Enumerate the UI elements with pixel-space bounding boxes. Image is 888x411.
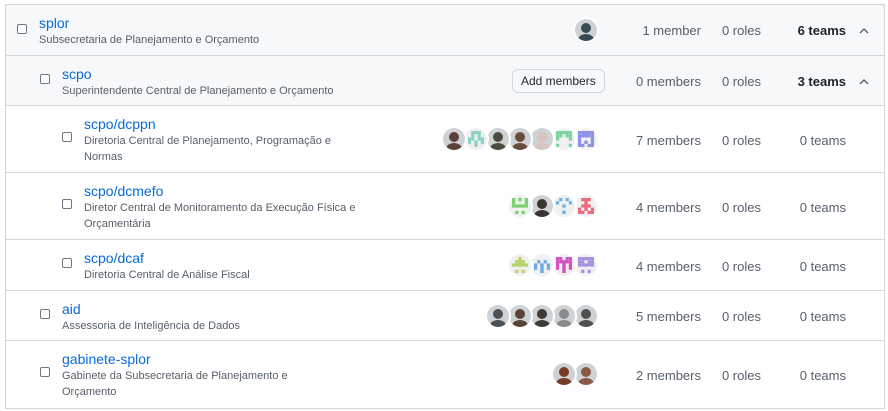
teams-count[interactable]: 3 teams [798,74,846,89]
member-avatars [507,252,599,278]
select-checkbox[interactable] [40,74,50,84]
roles-count[interactable]: 0 roles [722,259,761,274]
team-name-link[interactable]: splor [39,15,69,31]
team-list: splor Subsecretaria de Planejamento e Or… [5,4,885,409]
select-checkbox[interactable] [40,309,50,319]
teams-count[interactable]: 0 teams [800,309,846,324]
identicon-avatar[interactable] [507,252,533,278]
roles-count[interactable]: 0 roles [722,368,761,383]
select-checkbox[interactable] [62,199,72,209]
team-row-splor: splor Subsecretaria de Planejamento e Or… [6,5,884,56]
chevron-up-icon[interactable] [856,74,872,90]
team-row-gabinete-splor: gabinete-splor Gabinete da Subsecretaria… [6,341,884,409]
team-name-link[interactable]: aid [62,301,81,317]
member-avatars [573,17,599,43]
member-avatars [441,126,599,152]
select-checkbox[interactable] [62,258,72,268]
member-avatars [551,361,599,387]
members-count[interactable]: 2 members [636,368,701,383]
chevron-up-icon[interactable] [856,23,872,39]
select-checkbox[interactable] [62,132,72,142]
teams-count[interactable]: 6 teams [798,23,846,38]
teams-count[interactable]: 0 teams [800,259,846,274]
team-row-dcmefo: scpo/dcmefo Diretor Central de Monitoram… [6,173,884,240]
team-description: Diretor Central de Monitoramento da Exec… [84,202,356,230]
team-name-link[interactable]: scpo/dcaf [84,250,144,266]
member-avatars [485,303,599,329]
roles-count[interactable]: 0 roles [722,23,761,38]
add-members-button[interactable]: Add members [512,69,605,93]
team-row-dcaf: scpo/dcaf Diretoria Central de Análise F… [6,240,884,291]
team-description: Assessoria de Inteligência de Dados [62,320,240,332]
user-avatar[interactable] [573,17,599,43]
team-row-dcppn: scpo/dcppn Diretoria Central de Planejam… [6,106,884,173]
roles-count[interactable]: 0 roles [722,74,761,89]
user-avatar[interactable] [485,303,511,329]
roles-count[interactable]: 0 roles [722,309,761,324]
members-count[interactable]: 4 members [636,200,701,215]
team-row-scpo: scpo Superintendente Central de Planejam… [6,56,884,106]
roles-count[interactable]: 0 roles [722,200,761,215]
user-avatar[interactable] [551,361,577,387]
identicon-avatar[interactable] [507,193,533,219]
members-count[interactable]: 7 members [636,133,701,148]
members-count[interactable]: 4 members [636,259,701,274]
members-count[interactable]: 0 members [636,74,701,89]
team-description: Superintendente Central de Planejamento … [62,85,334,97]
members-count[interactable]: 5 members [636,309,701,324]
team-name-link[interactable]: scpo [62,66,92,82]
teams-count[interactable]: 0 teams [800,133,846,148]
team-row-aid: aid Assessoria de Inteligência de Dados … [6,291,884,341]
select-checkbox[interactable] [40,367,50,377]
team-name-link[interactable]: gabinete-splor [62,351,151,367]
team-name-link[interactable]: scpo/dcmefo [84,183,163,199]
team-name-link[interactable]: scpo/dcppn [84,116,156,132]
select-checkbox[interactable] [17,24,27,34]
roles-count[interactable]: 0 roles [722,133,761,148]
teams-count[interactable]: 0 teams [800,200,846,215]
teams-count[interactable]: 0 teams [800,368,846,383]
team-description: Subsecretaria de Planejamento e Orçament… [39,34,260,46]
team-description: Gabinete da Subsecretaria de Planejament… [62,370,288,398]
team-description: Diretoria Central de Planejamento, Progr… [84,135,332,163]
members-count[interactable]: 1 member [642,23,701,38]
team-description: Diretoria Central de Análise Fiscal [84,269,250,281]
user-avatar[interactable] [441,126,467,152]
member-avatars [507,193,599,219]
